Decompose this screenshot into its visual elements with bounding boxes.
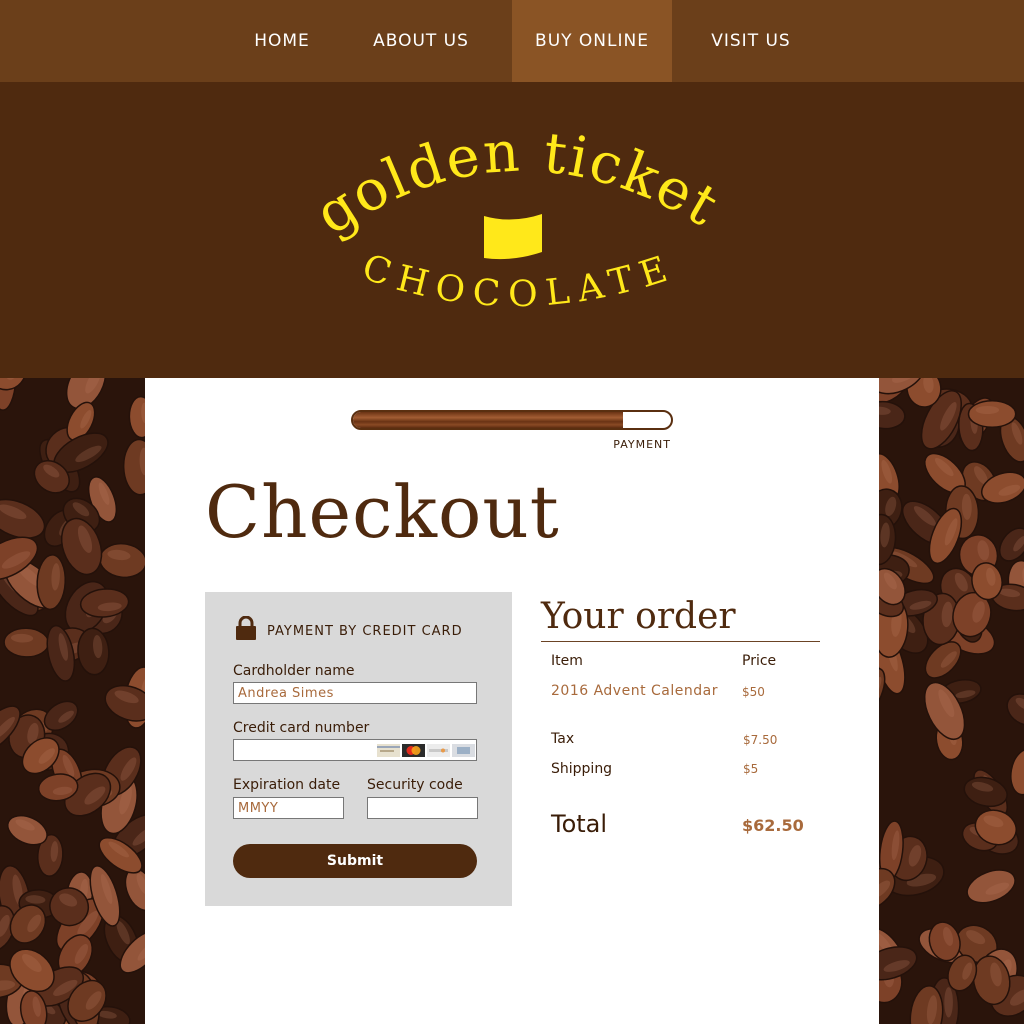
discover-card-icon: [427, 744, 450, 757]
nav-visit-us[interactable]: VISIT US: [690, 0, 812, 82]
credit-card-number-label: Credit card number: [233, 720, 370, 736]
credit-card-number-input[interactable]: [233, 739, 477, 761]
expiration-date-label: Expiration date: [233, 777, 341, 793]
cardholder-name-input[interactable]: [233, 682, 477, 704]
visa-card-icon: [377, 744, 400, 757]
checkout-card: PAYMENT Checkout PAYMENT BY CREDIT CARD …: [145, 378, 879, 1024]
order-divider: [541, 641, 820, 642]
top-nav: HOME ABOUT US BUY ONLINE VISIT US: [0, 0, 1024, 82]
order-item-header: Item: [551, 653, 583, 669]
security-code-input[interactable]: [367, 797, 478, 819]
nav-home[interactable]: HOME: [232, 0, 332, 82]
cocoa-beans-image-right: [879, 378, 1024, 1024]
submit-button[interactable]: Submit: [233, 844, 477, 878]
order-item-price: $50: [742, 685, 765, 699]
cocoa-beans-image-left: [0, 378, 145, 1024]
lock-icon: [236, 616, 256, 640]
order-tax-value: $7.50: [743, 733, 778, 747]
security-code-label: Security code: [367, 777, 463, 793]
mastercard-icon: [402, 744, 425, 757]
progress-step-label: PAYMENT: [613, 438, 671, 451]
amex-card-icon: [452, 744, 475, 757]
flag-icon: [484, 214, 542, 260]
checkout-progress-bar: [351, 410, 673, 430]
payment-panel-title: PAYMENT BY CREDIT CARD: [267, 624, 463, 639]
cocoa-bean-highlight: [975, 406, 1000, 414]
order-tax-label: Tax: [551, 731, 575, 747]
order-item-name: 2016 Advent Calendar: [551, 683, 718, 699]
order-title: Your order: [541, 596, 736, 637]
expiration-date-input[interactable]: [233, 797, 344, 819]
golden-ticket-chocolate-logo[interactable]: golden ticket CHOCOLATE: [0, 82, 1024, 378]
cocoa-bean: [3, 627, 50, 658]
nav-about-us[interactable]: ABOUT US: [352, 0, 490, 82]
cocoa-bean-highlight: [944, 987, 953, 1018]
nav-buy-online[interactable]: BUY ONLINE: [512, 0, 672, 82]
cocoa-bean: [967, 399, 1017, 429]
cardholder-name-label: Cardholder name: [233, 663, 355, 679]
order-shipping-label: Shipping: [551, 761, 613, 777]
order-price-header: Price: [742, 653, 777, 669]
header-banner: golden ticket CHOCOLATE: [0, 82, 1024, 378]
progress-fill: [353, 412, 624, 428]
order-total-label: Total: [551, 810, 608, 838]
page-title: Checkout: [205, 470, 560, 554]
order-shipping-value: $5: [743, 762, 759, 776]
accepted-cards: [377, 744, 477, 757]
payment-panel: PAYMENT BY CREDIT CARD Cardholder name C…: [205, 592, 512, 906]
order-total-value: $62.50: [742, 816, 804, 835]
